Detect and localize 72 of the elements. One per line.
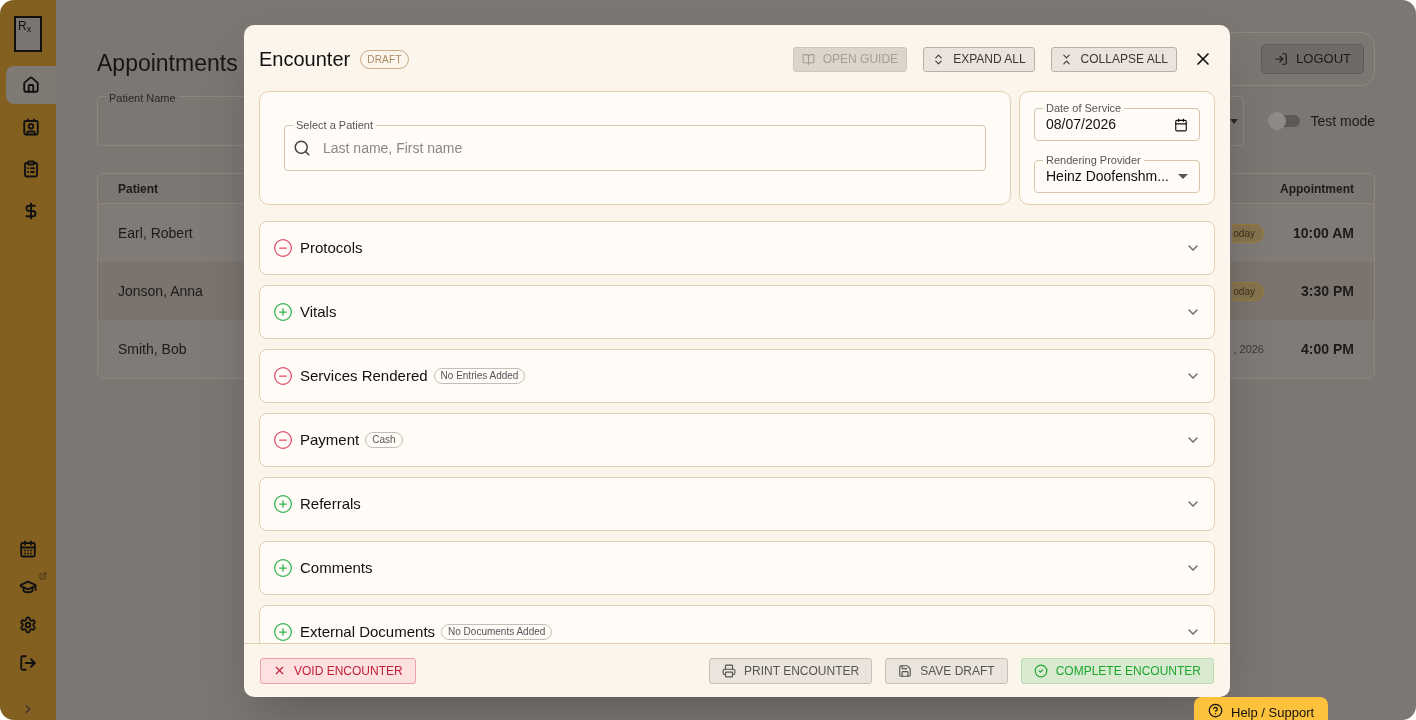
column-header: Appointment bbox=[1280, 180, 1354, 198]
section-title: Protocols bbox=[300, 240, 363, 256]
sidebar-item[interactable] bbox=[6, 66, 56, 104]
field-label: Rendering Provider bbox=[1043, 154, 1144, 167]
search-input[interactable]: Last name, First name bbox=[323, 137, 977, 159]
graduation-cap-icon bbox=[19, 578, 37, 596]
date-badge: oday bbox=[1232, 223, 1264, 243]
page-title: Appointments bbox=[97, 49, 238, 78]
x-icon bbox=[273, 664, 286, 677]
sidebar-item[interactable] bbox=[19, 654, 37, 672]
dropdown-caret-icon bbox=[1178, 174, 1188, 179]
accordion-section[interactable]: Comments bbox=[259, 541, 1215, 595]
book-icon bbox=[801, 52, 815, 66]
section-title: Vitals bbox=[300, 304, 337, 320]
sidebar-item[interactable] bbox=[19, 540, 37, 558]
logout-icon bbox=[1274, 52, 1289, 66]
table-cell-text: , 2026 bbox=[1233, 341, 1264, 357]
save-icon bbox=[898, 663, 913, 678]
void-button[interactable]: VOID ENCOUNTER bbox=[260, 657, 416, 684]
clipboard-icon bbox=[22, 160, 40, 178]
section-title: Referrals bbox=[300, 496, 361, 512]
sign-out-icon bbox=[19, 654, 37, 672]
calendar-icon bbox=[1174, 117, 1188, 132]
field-label: Select a Patient bbox=[293, 119, 377, 132]
print-button[interactable]: PRINT ENCOUNTER bbox=[709, 657, 873, 684]
table-cell-text: 10:00 AM bbox=[1292, 223, 1354, 243]
plus-icon bbox=[273, 558, 293, 578]
table-cell-text: Earl, Robert bbox=[118, 223, 193, 243]
calendar-icon bbox=[19, 540, 37, 558]
accordion-section[interactable]: Services Rendered No Entries Added bbox=[259, 349, 1215, 403]
field-label: Date of Service bbox=[1043, 102, 1125, 115]
settings-icon bbox=[19, 616, 37, 634]
sidebar-item[interactable] bbox=[19, 616, 37, 634]
help-icon bbox=[1208, 703, 1223, 718]
test-mode-toggle[interactable] bbox=[1270, 115, 1301, 127]
check-circle-icon bbox=[1033, 663, 1048, 678]
dialog-title: Encounter bbox=[259, 47, 351, 72]
plus-icon bbox=[273, 494, 293, 514]
provider-value: Heinz Doofenshm... bbox=[1046, 167, 1169, 186]
section-title: Payment bbox=[300, 432, 360, 448]
minus-icon bbox=[273, 366, 293, 386]
toolbar-button[interactable]: COLLAPSE ALL bbox=[1050, 46, 1177, 72]
table-cell-text: 3:30 PM bbox=[1300, 281, 1354, 301]
table-cell-text: Jonson, Anna bbox=[118, 281, 203, 301]
sidebar-item[interactable] bbox=[19, 578, 37, 596]
section-title: Services Rendered bbox=[300, 368, 428, 384]
printer-icon bbox=[722, 663, 737, 678]
date-value: 08/07/2026 bbox=[1046, 115, 1117, 134]
column-header: Patient bbox=[118, 180, 158, 198]
minus-icon bbox=[273, 430, 293, 450]
plus-icon bbox=[273, 622, 293, 642]
accordion-section[interactable]: Vitals bbox=[259, 285, 1215, 339]
app-logo: R$_{x}$ bbox=[14, 16, 42, 52]
accordion-section[interactable]: Protocols bbox=[259, 221, 1215, 275]
minus-icon bbox=[273, 238, 293, 258]
help-button[interactable]: Help / Support bbox=[1194, 697, 1328, 720]
table-cell-text: 4:00 PM bbox=[1300, 339, 1354, 359]
date-badge: oday bbox=[1232, 281, 1264, 301]
test-mode-label: Test mode bbox=[1310, 111, 1375, 131]
external-link-icon bbox=[39, 572, 47, 580]
id-badge-icon bbox=[22, 118, 40, 136]
home-icon bbox=[22, 76, 40, 94]
plus-icon bbox=[273, 302, 293, 322]
section-title: External Documents bbox=[300, 624, 436, 640]
accordion-section[interactable]: External Documents No Documents Added bbox=[259, 605, 1215, 643]
toolbar-button[interactable]: EXPAND ALL bbox=[923, 46, 1035, 72]
table-cell-text: Smith, Bob bbox=[118, 339, 187, 359]
accordion-section[interactable]: Referrals bbox=[259, 477, 1215, 531]
search-icon bbox=[293, 139, 311, 157]
save-draft-button[interactable]: SAVE DRAFT bbox=[885, 657, 1008, 684]
accordion-section[interactable]: Payment Cash bbox=[259, 413, 1215, 467]
section-title: Comments bbox=[300, 560, 373, 576]
